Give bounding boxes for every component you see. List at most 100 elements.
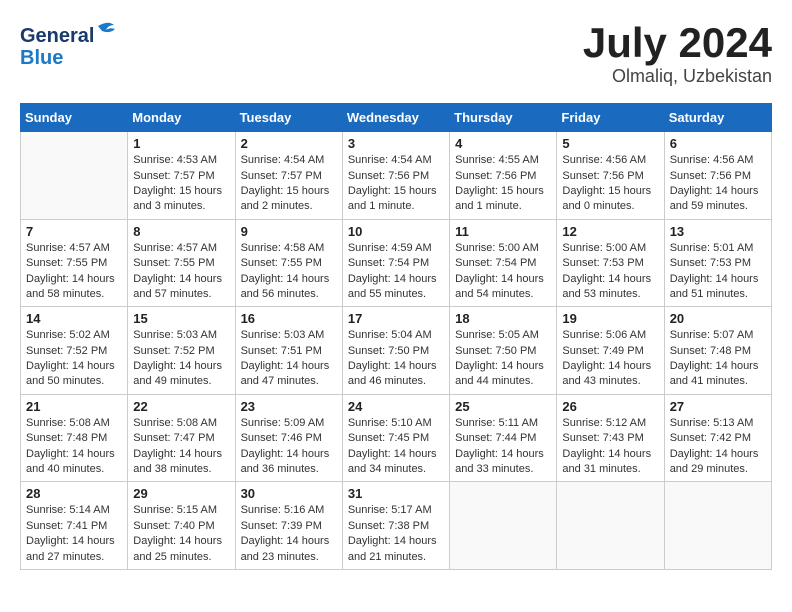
calendar-cell: 19Sunrise: 5:06 AM Sunset: 7:49 PM Dayli… — [557, 307, 664, 395]
calendar-cell: 11 Sunrise: 5:00 AM Sunset: 7:54 PM Dayli… — [450, 219, 557, 307]
calendar-cell: 30 Sunrise: 5:16 AM Sunset: 7:39 PM Dayli… — [235, 482, 342, 570]
day-info: Sunrise: 5:17 AM Sunset: 7:38 PM Dayligh… — [348, 503, 444, 565]
weekday-header: Sunday — [21, 104, 128, 132]
calendar-cell: 13 Sunrise: 5:01 AM Sunset: 7:53 PM Dayli… — [664, 219, 771, 307]
calendar-week-row: 28 Sunrise: 5:14 AM Sunset: 7:41 PM Dayli… — [21, 482, 772, 570]
calendar-cell — [450, 482, 557, 570]
calendar-cell: 5 Sunrise: 4:56 AM Sunset: 7:56 PM Daylig… — [557, 132, 664, 220]
day-info: Sunrise: 5:16 AM Sunset: 7:39 PM Dayligh… — [241, 503, 337, 565]
day-number: 13 — [670, 224, 766, 239]
page-header: GeneralBlue July 2024 Olmaliq, Uzbekista… — [20, 20, 772, 87]
weekday-header-row: SundayMondayTuesdayWednesdayThursdayFrid… — [21, 104, 772, 132]
day-info: Sunrise: 5:04 AM Sunset: 7:50 PM Dayligh… — [348, 328, 444, 390]
calendar-cell — [557, 482, 664, 570]
calendar-cell: 2 Sunrise: 4:54 AM Sunset: 7:57 PM Daylig… — [235, 132, 342, 220]
day-info: Sunrise: 5:08 AM Sunset: 7:48 PM Dayligh… — [26, 416, 122, 478]
weekday-header: Monday — [128, 104, 235, 132]
weekday-header: Tuesday — [235, 104, 342, 132]
calendar-cell: 3 Sunrise: 4:54 AM Sunset: 7:56 PM Daylig… — [342, 132, 449, 220]
day-number: 12 — [562, 224, 658, 239]
day-info: Sunrise: 5:01 AM Sunset: 7:53 PM Dayligh… — [670, 241, 766, 303]
day-info: Sunrise: 4:56 AM Sunset: 7:56 PM Dayligh… — [670, 153, 766, 215]
calendar-cell: 4 Sunrise: 4:55 AM Sunset: 7:56 PM Daylig… — [450, 132, 557, 220]
day-number: 2 — [241, 136, 337, 151]
day-number: 26 — [562, 399, 658, 414]
day-info: Sunrise: 5:00 AM Sunset: 7:54 PM Dayligh… — [455, 241, 551, 303]
day-info: Sunrise: 4:54 AM Sunset: 7:57 PM Dayligh… — [241, 153, 337, 215]
calendar-cell: 23 Sunrise: 5:09 AM Sunset: 7:46 PM Dayli… — [235, 394, 342, 482]
calendar-cell: 22Sunrise: 5:08 AM Sunset: 7:47 PM Dayli… — [128, 394, 235, 482]
day-info: Sunrise: 5:12 AM Sunset: 7:43 PM Dayligh… — [562, 416, 658, 478]
day-info: Sunrise: 5:03 AM Sunset: 7:52 PM Dayligh… — [133, 328, 229, 390]
day-number: 7 — [26, 224, 122, 239]
day-number: 25 — [455, 399, 551, 414]
calendar-week-row: 14 Sunrise: 5:02 AM Sunset: 7:52 PM Dayli… — [21, 307, 772, 395]
day-number: 27 — [670, 399, 766, 414]
day-number: 15 — [133, 311, 229, 326]
svg-text:Blue: Blue — [20, 47, 63, 69]
calendar-cell: 6Sunrise: 4:56 AM Sunset: 7:56 PM Daylig… — [664, 132, 771, 220]
day-info: Sunrise: 5:00 AM Sunset: 7:53 PM Dayligh… — [562, 241, 658, 303]
location-title: Olmaliq, Uzbekistan — [583, 66, 772, 87]
calendar-cell: 29 Sunrise: 5:15 AM Sunset: 7:40 PM Dayli… — [128, 482, 235, 570]
day-info: Sunrise: 5:14 AM Sunset: 7:41 PM Dayligh… — [26, 503, 122, 565]
calendar-cell: 31 Sunrise: 5:17 AM Sunset: 7:38 PM Dayli… — [342, 482, 449, 570]
day-number: 10 — [348, 224, 444, 239]
calendar-table: SundayMondayTuesdayWednesdayThursdayFrid… — [20, 103, 772, 570]
day-info: Sunrise: 5:07 AM Sunset: 7:48 PM Dayligh… — [670, 328, 766, 390]
logo: GeneralBlue — [20, 20, 140, 70]
day-number: 28 — [26, 486, 122, 501]
weekday-header: Friday — [557, 104, 664, 132]
day-number: 21 — [26, 399, 122, 414]
day-info: Sunrise: 5:09 AM Sunset: 7:46 PM Dayligh… — [241, 416, 337, 478]
day-number: 9 — [241, 224, 337, 239]
weekday-header: Thursday — [450, 104, 557, 132]
day-number: 11 — [455, 224, 551, 239]
day-number: 31 — [348, 486, 444, 501]
calendar-cell: 18Sunrise: 5:05 AM Sunset: 7:50 PM Dayli… — [450, 307, 557, 395]
day-info: Sunrise: 4:57 AM Sunset: 7:55 PM Dayligh… — [26, 241, 122, 303]
calendar-cell: 16 Sunrise: 5:03 AM Sunset: 7:51 PM Dayli… — [235, 307, 342, 395]
calendar-cell: 12 Sunrise: 5:00 AM Sunset: 7:53 PM Dayli… — [557, 219, 664, 307]
day-info: Sunrise: 5:11 AM Sunset: 7:44 PM Dayligh… — [455, 416, 551, 478]
calendar-week-row: 1Sunrise: 4:53 AM Sunset: 7:57 PM Daylig… — [21, 132, 772, 220]
day-info: Sunrise: 5:10 AM Sunset: 7:45 PM Dayligh… — [348, 416, 444, 478]
month-title: July 2024 — [583, 20, 772, 66]
logo-svg: GeneralBlue — [20, 20, 140, 70]
day-info: Sunrise: 5:08 AM Sunset: 7:47 PM Dayligh… — [133, 416, 229, 478]
calendar-cell: 9 Sunrise: 4:58 AM Sunset: 7:55 PM Daylig… — [235, 219, 342, 307]
day-info: Sunrise: 4:58 AM Sunset: 7:55 PM Dayligh… — [241, 241, 337, 303]
day-number: 16 — [241, 311, 337, 326]
weekday-header: Saturday — [664, 104, 771, 132]
calendar-cell: 24Sunrise: 5:10 AM Sunset: 7:45 PM Dayli… — [342, 394, 449, 482]
day-number: 3 — [348, 136, 444, 151]
title-block: July 2024 Olmaliq, Uzbekistan — [583, 20, 772, 87]
calendar-cell — [664, 482, 771, 570]
day-info: Sunrise: 5:06 AM Sunset: 7:49 PM Dayligh… — [562, 328, 658, 390]
day-number: 1 — [133, 136, 229, 151]
day-number: 30 — [241, 486, 337, 501]
day-info: Sunrise: 5:15 AM Sunset: 7:40 PM Dayligh… — [133, 503, 229, 565]
day-info: Sunrise: 5:03 AM Sunset: 7:51 PM Dayligh… — [241, 328, 337, 390]
weekday-header: Wednesday — [342, 104, 449, 132]
day-info: Sunrise: 4:54 AM Sunset: 7:56 PM Dayligh… — [348, 153, 444, 215]
day-number: 4 — [455, 136, 551, 151]
day-number: 5 — [562, 136, 658, 151]
calendar-cell: 26 Sunrise: 5:12 AM Sunset: 7:43 PM Dayli… — [557, 394, 664, 482]
day-number: 14 — [26, 311, 122, 326]
day-number: 23 — [241, 399, 337, 414]
day-number: 29 — [133, 486, 229, 501]
day-info: Sunrise: 4:56 AM Sunset: 7:56 PM Dayligh… — [562, 153, 658, 215]
calendar-cell — [21, 132, 128, 220]
calendar-cell: 21 Sunrise: 5:08 AM Sunset: 7:48 PM Dayli… — [21, 394, 128, 482]
day-info: Sunrise: 5:13 AM Sunset: 7:42 PM Dayligh… — [670, 416, 766, 478]
svg-text:General: General — [20, 25, 94, 47]
day-info: Sunrise: 5:02 AM Sunset: 7:52 PM Dayligh… — [26, 328, 122, 390]
calendar-cell: 1Sunrise: 4:53 AM Sunset: 7:57 PM Daylig… — [128, 132, 235, 220]
day-info: Sunrise: 4:55 AM Sunset: 7:56 PM Dayligh… — [455, 153, 551, 215]
calendar-cell: 17Sunrise: 5:04 AM Sunset: 7:50 PM Dayli… — [342, 307, 449, 395]
calendar-cell: 28 Sunrise: 5:14 AM Sunset: 7:41 PM Dayli… — [21, 482, 128, 570]
calendar-cell: 10Sunrise: 4:59 AM Sunset: 7:54 PM Dayli… — [342, 219, 449, 307]
day-info: Sunrise: 5:05 AM Sunset: 7:50 PM Dayligh… — [455, 328, 551, 390]
calendar-week-row: 7 Sunrise: 4:57 AM Sunset: 7:55 PM Daylig… — [21, 219, 772, 307]
